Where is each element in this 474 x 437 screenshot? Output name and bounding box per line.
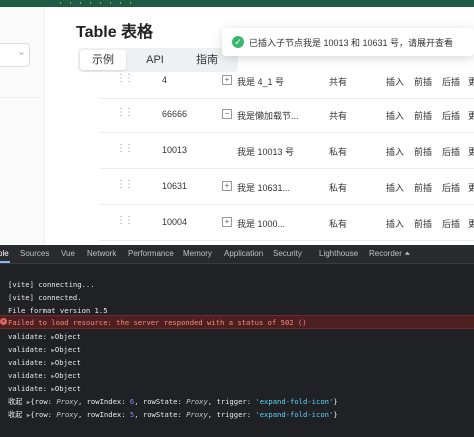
insert-link[interactable]: 插入 (386, 217, 404, 230)
insert-after-link[interactable]: 后插 (442, 145, 460, 158)
insert-before-link[interactable]: 前插 (414, 217, 432, 230)
table-row: ⋮⋮ 10631 + 我是 10631... 私有 插入 前插 后插 更 (100, 168, 474, 205)
drag-handle-icon[interactable]: ⋮⋮ (116, 215, 134, 226)
active-tab-indicator (0, 261, 10, 263)
table-row: ⋮⋮ 10013 我是 10013 号 私有 插入 前插 后插 更 (100, 132, 474, 169)
insert-after-link[interactable]: 后插 (442, 109, 460, 122)
cell-name: 我是 10013 号 (237, 147, 295, 157)
console-validate[interactable]: validate: ▶Object (0, 343, 474, 355)
cell-id: 4 (162, 75, 168, 85)
left-sidebar: › (0, 7, 45, 245)
drag-handle-icon[interactable]: ⋮⋮ (116, 179, 134, 190)
table-row: ⋮⋮ 4 + 我是 4_1 号 共有 插入 前插 后插 更 (100, 62, 474, 99)
tab-application[interactable]: Application (224, 249, 263, 258)
tab-lighthouse[interactable]: Lighthouse (319, 249, 358, 258)
cell-name: 我是 1000... (237, 219, 286, 229)
update-link[interactable]: 更 (468, 109, 474, 122)
console-fold-log[interactable]: 收起 ▶{row: Proxy, rowIndex: 6, rowState: … (0, 395, 474, 407)
cell-type: 私有 (329, 219, 348, 229)
insert-before-link[interactable]: 前插 (414, 75, 432, 88)
tab-memory[interactable]: Memory (183, 249, 212, 258)
insert-after-link[interactable]: 后插 (442, 181, 460, 194)
cell-type: 私有 (329, 183, 348, 193)
console-log: [vite] connected. (8, 293, 82, 302)
collapse-icon[interactable]: − (222, 109, 232, 119)
drag-handle-icon[interactable]: ⋮⋮ (116, 107, 134, 118)
insert-link[interactable]: 插入 (386, 109, 404, 122)
check-circle-icon: ✓ (232, 36, 244, 48)
tab-console[interactable]: ole (0, 249, 9, 258)
chevron-down-icon: › (15, 51, 27, 56)
tab-network[interactable]: Network (87, 249, 116, 258)
expand-triangle-icon: ▶ (26, 412, 31, 419)
insert-before-link[interactable]: 前插 (414, 145, 432, 158)
console-fold-log[interactable]: 收起 ▶{row: Proxy, rowIndex: 5, rowState: … (0, 408, 474, 420)
tab-sources[interactable]: Sources (20, 249, 49, 258)
insert-after-link[interactable]: 后插 (442, 217, 460, 230)
insert-link[interactable]: 插入 (386, 145, 404, 158)
page-title: Table 表格 (76, 24, 154, 41)
expand-icon[interactable]: + (222, 181, 232, 191)
success-toast: ✓ 已插入子节点我是 10013 和 10631 号，请展开查看 (222, 28, 474, 56)
cell-name: 我是 10631... (237, 183, 291, 193)
update-link[interactable]: 更 (468, 181, 474, 194)
insert-before-link[interactable]: 前插 (414, 181, 432, 194)
cell-id: 66666 (162, 109, 188, 119)
expand-icon[interactable]: + (222, 75, 232, 85)
drag-handle-icon[interactable]: ⋮⋮ (116, 143, 134, 154)
cell-id: 10013 (162, 145, 188, 155)
cell-id: 10631 (162, 181, 188, 191)
expand-triangle-icon: ▶ (26, 399, 31, 406)
update-link[interactable]: 更 (468, 75, 474, 88)
tree-table: ⋮⋮ 4 + 我是 4_1 号 共有 插入 前插 后插 更 ⋮⋮ 66666 −… (100, 62, 474, 245)
table-row: ⋮⋮ 10004 + 我是 1000... 私有 插入 前插 后插 更 (100, 204, 474, 241)
console-validate[interactable]: validate: ▶Object (0, 356, 474, 368)
expand-icon[interactable]: + (222, 217, 232, 227)
cell-type: 共有 (329, 111, 348, 121)
tab-security[interactable]: Security (273, 249, 302, 258)
cell-type: 共有 (329, 77, 348, 87)
console-validate[interactable]: validate: ▶Object (0, 330, 474, 342)
update-link[interactable]: 更 (468, 145, 474, 158)
tab-recorder[interactable]: Recorder ⏶ (369, 249, 411, 259)
cell-name: 我是 4_1 号 (237, 77, 285, 87)
console-log: [vite] connecting... (8, 280, 95, 289)
devtools-tab-bar: ole Sources Vue Network Performance Memo… (0, 245, 474, 264)
table-row: ⋮⋮ 66666 − 我是懒加载节... 共有 插入 前插 后插 更 (100, 96, 474, 133)
cell-id: 10004 (162, 217, 188, 227)
update-link[interactable]: 更 (468, 217, 474, 230)
insert-link[interactable]: 插入 (386, 75, 404, 88)
devtools-panel: ole Sources Vue Network Performance Memo… (0, 245, 474, 437)
tab-performance[interactable]: Performance (128, 249, 174, 258)
console-error: × Failed to load resource: the server re… (0, 315, 474, 329)
console-validate[interactable]: validate: ▶Object (0, 369, 474, 381)
tab-vue[interactable]: Vue (61, 249, 75, 258)
sidebar-select[interactable]: › (0, 43, 30, 67)
nav-dots (60, 2, 140, 4)
cell-type: 私有 (329, 147, 348, 157)
top-nav-bar (0, 0, 474, 7)
console-validate[interactable]: validate: ▶Object (0, 382, 474, 394)
drag-handle-icon[interactable]: ⋮⋮ (116, 73, 134, 84)
error-icon: × (0, 318, 7, 325)
insert-before-link[interactable]: 前插 (414, 109, 432, 122)
sidebar-divider (0, 97, 40, 98)
cell-name: 我是懒加载节... (237, 111, 299, 121)
insert-after-link[interactable]: 后插 (442, 75, 460, 88)
toast-message: 已插入子节点我是 10013 和 10631 号，请展开查看 (249, 38, 454, 48)
insert-link[interactable]: 插入 (386, 181, 404, 194)
